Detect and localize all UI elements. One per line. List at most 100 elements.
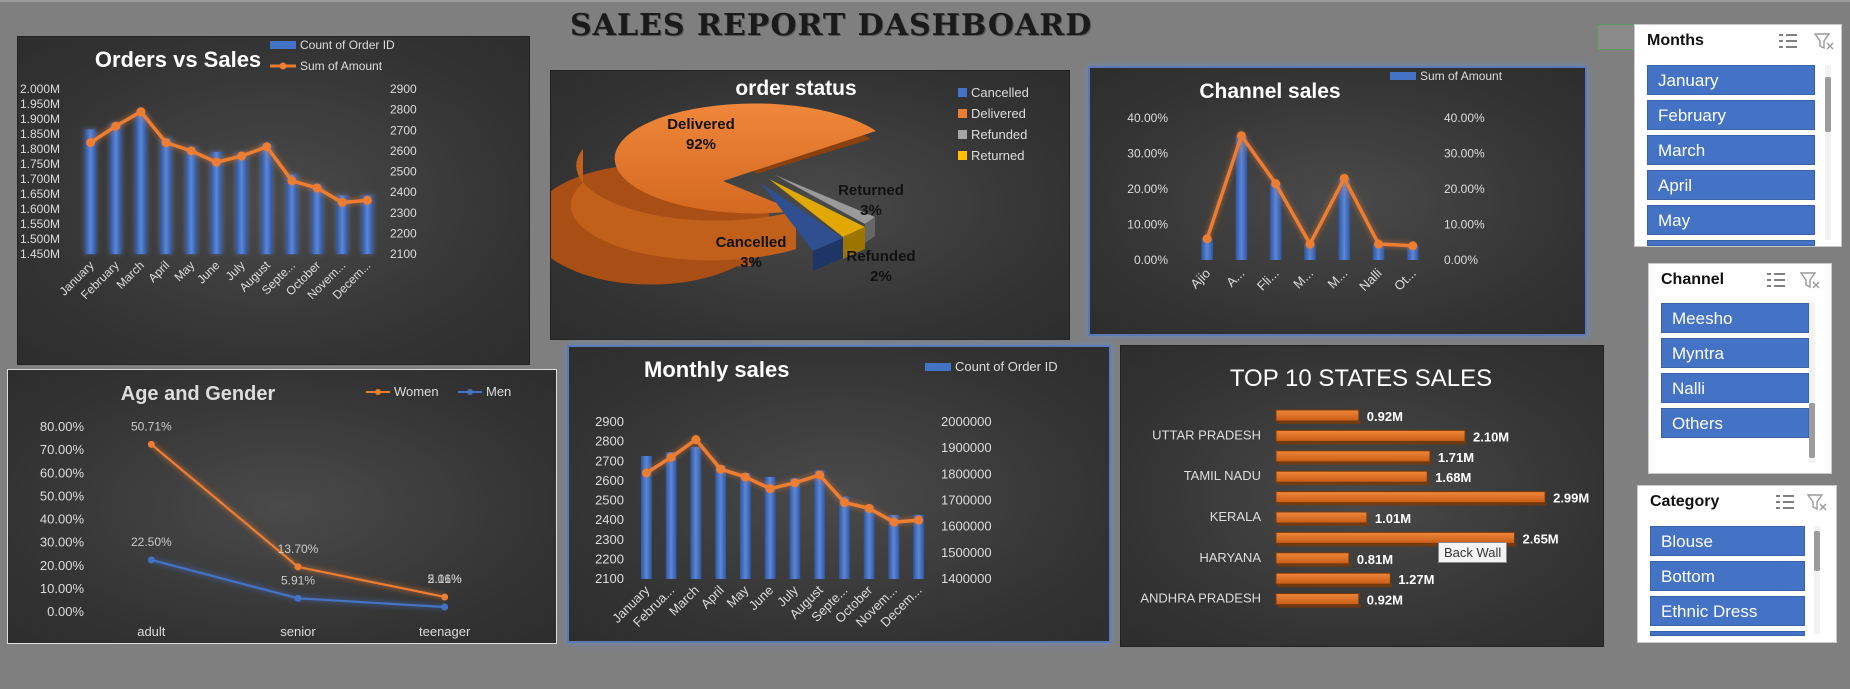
data-label: 1.71M [1438, 450, 1474, 465]
data-label: 2.16% [428, 572, 462, 586]
slicer-scrollbar[interactable] [1814, 526, 1820, 634]
y-tick-right: 2100 [390, 247, 417, 261]
clear-filter-icon[interactable] [1799, 270, 1821, 290]
slicer-item-nalli[interactable]: Nalli [1661, 373, 1809, 403]
y-tick-right: 2800 [390, 103, 417, 117]
slicer-item-may[interactable]: May [1647, 205, 1815, 235]
clear-filter-icon[interactable] [1813, 31, 1835, 51]
bar [85, 129, 97, 254]
x-tick: A... [1223, 266, 1247, 290]
series-point [441, 603, 449, 611]
slicer-item-april[interactable]: April [1647, 170, 1815, 200]
sales-line-point [211, 157, 221, 167]
x-tick: May [724, 582, 752, 610]
slicer-item-myntra[interactable]: Myntra [1661, 338, 1809, 368]
data-label: 13.70% [278, 542, 319, 556]
orders-vs-sales-chart[interactable]: Orders vs Sales Count of Order ID Sum of A… [18, 37, 529, 364]
monthly-line-point [716, 464, 726, 474]
slicer-item-meesho[interactable]: Meesho [1661, 303, 1809, 333]
sales-line-point [287, 176, 297, 186]
bar [286, 174, 298, 254]
sales-line-point [362, 195, 372, 205]
top-states-sales-chart[interactable]: TOP 10 STATES SALES 0.92M 2.10M UTTAR PRADE… [1121, 346, 1603, 646]
y-tick-left: 1.800M [20, 142, 60, 156]
monthly-sales-chart[interactable]: Monthly sales Count of Order ID 2900 2800 27… [569, 347, 1109, 641]
multi-select-icon[interactable] [1774, 492, 1796, 512]
sales-line-point [312, 183, 322, 193]
slicer-scrollbar[interactable] [1825, 65, 1831, 240]
age-gender-chart[interactable]: Age and Gender Women Men 80.00% 70.00% 60.00%… [8, 370, 556, 643]
y-tick-right: 2000000 [941, 414, 992, 429]
x-tick: Nalli [1356, 265, 1385, 294]
legend-label: Count of Order ID [300, 38, 395, 52]
multi-select-icon[interactable] [1765, 270, 1787, 290]
order-status-chart[interactable]: order status Cancelled Delivered Refunded Re… [551, 71, 1069, 339]
y-tick-left: 2400 [595, 512, 624, 527]
y-tick-right: 2500 [390, 165, 417, 179]
category-slicer[interactable]: Category Blouse Bottom Ethnic Dress [1637, 485, 1837, 643]
y-tick: KERALA [1210, 509, 1262, 524]
bar [1275, 511, 1368, 524]
slicer-item-partial[interactable] [1650, 631, 1805, 636]
multi-select-icon[interactable] [1777, 31, 1799, 51]
sheet-gridline [0, 0, 1850, 2]
legend-label: Men [486, 384, 511, 399]
clear-filter-icon[interactable] [1806, 492, 1828, 512]
bar-shadow [1278, 523, 1369, 526]
bar [210, 152, 222, 254]
scroll-thumb[interactable] [1809, 403, 1815, 458]
data-label-name: Cancelled [716, 234, 787, 251]
channel-line-point [1374, 239, 1384, 249]
series-point [441, 593, 449, 601]
y-tick-right: 20.00% [1444, 182, 1485, 196]
y-tick-right: 2300 [390, 206, 417, 220]
sales-line-point [337, 197, 347, 207]
bar [838, 496, 850, 579]
slicer-item-ethnic-dress[interactable]: Ethnic Dress [1650, 596, 1805, 626]
slicer-scrollbar[interactable] [1809, 303, 1815, 463]
x-tick: June [194, 258, 223, 287]
series-point [147, 440, 155, 448]
sales-line-point [86, 138, 96, 148]
channel-line-point [1408, 241, 1418, 251]
slicer-item-blouse[interactable]: Blouse [1650, 526, 1805, 556]
y-tick-left: 1.550M [20, 217, 60, 231]
channel-line-point [1236, 131, 1246, 141]
y-tick-left: 0.00% [1134, 253, 1168, 267]
y-tick-right: 40.00% [1444, 111, 1485, 125]
data-label-pct: 2% [870, 268, 892, 285]
y-tick: 80.00% [40, 419, 85, 434]
y-tick-left: 1.900M [20, 112, 60, 126]
legend-label: Sum of Amount [1420, 69, 1503, 83]
y-tick-left: 2200 [595, 551, 624, 566]
data-label: 2.65M [1523, 531, 1559, 546]
legend-swatch [958, 109, 967, 118]
chart-tooltip: Back Wall [1438, 542, 1508, 563]
y-tick-right: 2400 [390, 185, 417, 199]
bar-shadow [1278, 604, 1361, 608]
slicer-item-others[interactable]: Others [1661, 408, 1809, 438]
bar-shadow [1278, 482, 1430, 486]
channel-slicer[interactable]: Channel Meesho Myntra Nalli Others [1648, 263, 1832, 474]
months-slicer[interactable]: Months January February March April May [1634, 24, 1842, 247]
channel-sales-chart[interactable]: Channel sales Sum of Amount 40.00% 40.00% 30… [1090, 68, 1585, 334]
slicer-item-january[interactable]: January [1647, 65, 1815, 95]
sales-line-point [262, 142, 272, 152]
slicer-item-partial[interactable] [1647, 240, 1815, 246]
y-tick-right: 1800000 [941, 466, 992, 481]
bar [690, 446, 702, 579]
y-tick: TAMIL NADU [1184, 468, 1261, 483]
slicer-item-bottom[interactable]: Bottom [1650, 561, 1805, 591]
slicer-item-march[interactable]: March [1647, 135, 1815, 165]
monthly-line-point [666, 452, 676, 462]
y-tick-left: 40.00% [1127, 111, 1168, 125]
y-tick-left: 2300 [595, 532, 624, 547]
scroll-thumb[interactable] [1825, 77, 1831, 132]
scroll-thumb[interactable] [1814, 531, 1820, 571]
legend-swatch [279, 62, 287, 70]
x-tick: Ot... [1391, 266, 1419, 294]
legend-swatch [958, 88, 967, 97]
data-label: 1.68M [1435, 470, 1471, 485]
y-tick-left: 10.00% [1127, 218, 1168, 232]
slicer-item-february[interactable]: February [1647, 100, 1815, 130]
